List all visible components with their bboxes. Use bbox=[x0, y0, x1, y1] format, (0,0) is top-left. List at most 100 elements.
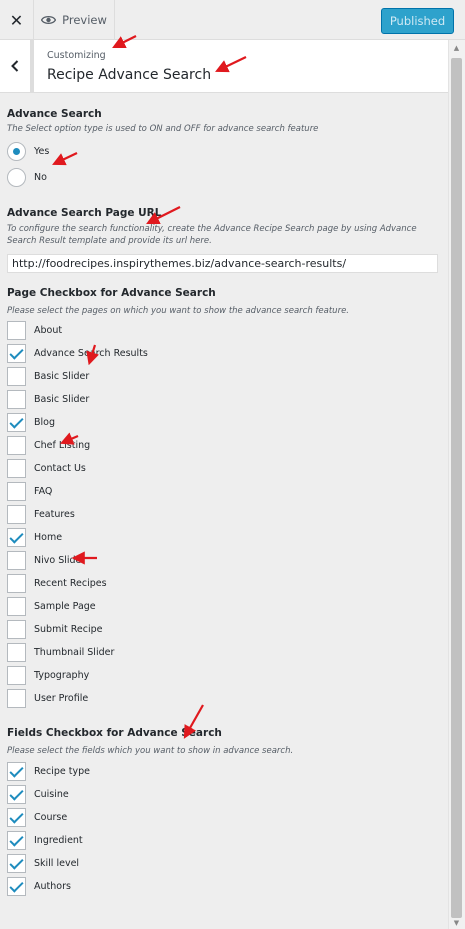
page-option-label: Home bbox=[34, 532, 63, 543]
page-option-row[interactable]: About bbox=[7, 319, 439, 342]
preview-button[interactable]: Preview bbox=[34, 0, 115, 40]
radio-option-yes[interactable]: Yes bbox=[7, 140, 439, 163]
page-checkbox-list: About Advance Search Results Basic Slider B… bbox=[7, 319, 439, 710]
field-option-label: Ingredient bbox=[34, 834, 83, 846]
field-option-checkbox[interactable] bbox=[7, 853, 26, 873]
field-option-row[interactable]: Ingredient bbox=[7, 829, 439, 852]
field-option-checkbox[interactable] bbox=[7, 761, 26, 781]
page-option-label: Submit Recipe bbox=[34, 624, 103, 635]
page-option-row[interactable]: Contact Us bbox=[7, 457, 439, 480]
scroll-down-icon[interactable]: ▼ bbox=[451, 918, 462, 929]
page-url-control: Advance Search Page URL To configure the… bbox=[7, 207, 439, 273]
field-option-row[interactable]: Authors bbox=[7, 875, 439, 898]
page-option-label: Blog bbox=[34, 417, 55, 428]
page-option-label: Chef Listing bbox=[34, 440, 91, 451]
page-option-checkbox[interactable] bbox=[7, 482, 26, 501]
page-option-row[interactable]: Features bbox=[7, 503, 439, 526]
page-option-checkbox[interactable] bbox=[7, 413, 26, 432]
radio-label: Yes bbox=[34, 145, 50, 157]
fields-checkbox-description: Please select the fields which you want … bbox=[7, 746, 294, 756]
chevron-left-icon bbox=[11, 60, 19, 72]
controls-panel: Advance Search The Select option type is… bbox=[7, 108, 439, 898]
page-option-checkbox[interactable] bbox=[7, 620, 26, 639]
field-option-label: Authors bbox=[34, 880, 71, 892]
field-option-row[interactable]: Skill level bbox=[7, 852, 439, 875]
page-option-checkbox[interactable] bbox=[7, 505, 26, 524]
close-icon: ✕ bbox=[9, 10, 24, 30]
page-option-row[interactable]: Advance Search Results bbox=[7, 342, 439, 365]
scrollbar-thumb[interactable] bbox=[451, 58, 462, 918]
page-option-row[interactable]: Basic Slider bbox=[7, 365, 439, 388]
page-option-label: FAQ bbox=[34, 486, 53, 497]
fields-checkbox-control: Fields Checkbox for Advance Search Pleas… bbox=[7, 727, 439, 898]
close-button[interactable]: ✕ bbox=[0, 0, 34, 40]
preview-label: Preview bbox=[62, 13, 107, 27]
page-option-row[interactable]: Thumbnail Slider bbox=[7, 641, 439, 664]
page-url-title: Advance Search Page URL bbox=[7, 206, 162, 219]
field-option-row[interactable]: Course bbox=[7, 806, 439, 829]
radio-no[interactable] bbox=[7, 167, 26, 187]
page-option-row[interactable]: Typography bbox=[7, 664, 439, 687]
page-option-row[interactable]: Nivo Slider bbox=[7, 549, 439, 572]
page-option-checkbox[interactable] bbox=[7, 528, 26, 547]
page-option-checkbox[interactable] bbox=[7, 666, 26, 685]
page-option-row[interactable]: User Profile bbox=[7, 687, 439, 710]
field-option-checkbox[interactable] bbox=[7, 807, 26, 827]
page-option-row[interactable]: Home bbox=[7, 526, 439, 549]
page-option-checkbox[interactable] bbox=[7, 367, 26, 386]
field-option-checkbox[interactable] bbox=[7, 784, 26, 804]
radio-option-no[interactable]: No bbox=[7, 166, 439, 189]
page-option-checkbox[interactable] bbox=[7, 597, 26, 616]
field-option-label: Recipe type bbox=[34, 765, 90, 777]
field-option-checkbox[interactable] bbox=[7, 830, 26, 850]
back-button[interactable] bbox=[0, 40, 34, 92]
page-option-row[interactable]: Recent Recipes bbox=[7, 572, 439, 595]
page-option-checkbox[interactable] bbox=[7, 390, 26, 409]
scroll-up-icon[interactable]: ▲ bbox=[451, 43, 462, 54]
page-option-checkbox[interactable] bbox=[7, 436, 26, 455]
page-option-label: Sample Page bbox=[34, 601, 96, 612]
page-option-checkbox[interactable] bbox=[7, 551, 26, 570]
field-option-label: Course bbox=[34, 811, 68, 823]
eye-icon bbox=[41, 15, 57, 25]
page-option-checkbox[interactable] bbox=[7, 574, 26, 593]
advance-search-control: Advance Search The Select option type is… bbox=[7, 108, 439, 189]
field-option-row[interactable]: Recipe type bbox=[7, 760, 439, 783]
page-option-row[interactable]: Basic Slider bbox=[7, 388, 439, 411]
page-option-checkbox[interactable] bbox=[7, 643, 26, 662]
page-title: Recipe Advance Search bbox=[47, 67, 212, 83]
page-checkbox-title: Page Checkbox for Advance Search bbox=[7, 286, 216, 299]
field-option-row[interactable]: Cuisine bbox=[7, 783, 439, 806]
page-option-checkbox[interactable] bbox=[7, 321, 26, 340]
page-option-label: Nivo Slider bbox=[34, 555, 86, 566]
page-option-checkbox[interactable] bbox=[7, 459, 26, 478]
page-option-checkbox[interactable] bbox=[7, 344, 26, 363]
page-option-label: Contact Us bbox=[34, 463, 86, 474]
page-option-label: Recent Recipes bbox=[34, 578, 107, 589]
page-option-checkbox[interactable] bbox=[7, 689, 26, 708]
page-option-label: Advance Search Results bbox=[34, 348, 148, 359]
page-option-label: About bbox=[34, 325, 63, 336]
radio-label: No bbox=[34, 171, 47, 183]
page-option-label: User Profile bbox=[34, 693, 89, 704]
fields-checkbox-title: Fields Checkbox for Advance Search bbox=[7, 727, 222, 739]
page-option-row[interactable]: Submit Recipe bbox=[7, 618, 439, 641]
field-option-checkbox[interactable] bbox=[7, 876, 26, 896]
breadcrumb: Customizing bbox=[47, 50, 106, 61]
section-heading: Customizing Recipe Advance Search bbox=[0, 40, 448, 93]
page-option-label: Typography bbox=[34, 670, 90, 681]
page-option-row[interactable]: FAQ bbox=[7, 480, 439, 503]
page-checkbox-control: Page Checkbox for Advance Search Please … bbox=[7, 287, 439, 711]
page-url-input[interactable] bbox=[7, 253, 438, 273]
page-url-description: To configure the search functionality, c… bbox=[7, 223, 417, 247]
page-option-row[interactable]: Chef Listing bbox=[7, 434, 439, 457]
field-option-label: Cuisine bbox=[34, 788, 69, 800]
page-option-row[interactable]: Blog bbox=[7, 411, 439, 434]
published-button[interactable]: Published bbox=[381, 8, 454, 34]
advance-search-description: The Select option type is used to ON and… bbox=[7, 124, 319, 134]
radio-yes[interactable] bbox=[7, 141, 26, 161]
page-option-row[interactable]: Sample Page bbox=[7, 595, 439, 618]
page-option-label: Basic Slider bbox=[34, 371, 90, 382]
advance-search-title: Advance Search bbox=[7, 108, 102, 120]
page-option-label: Features bbox=[34, 509, 75, 520]
